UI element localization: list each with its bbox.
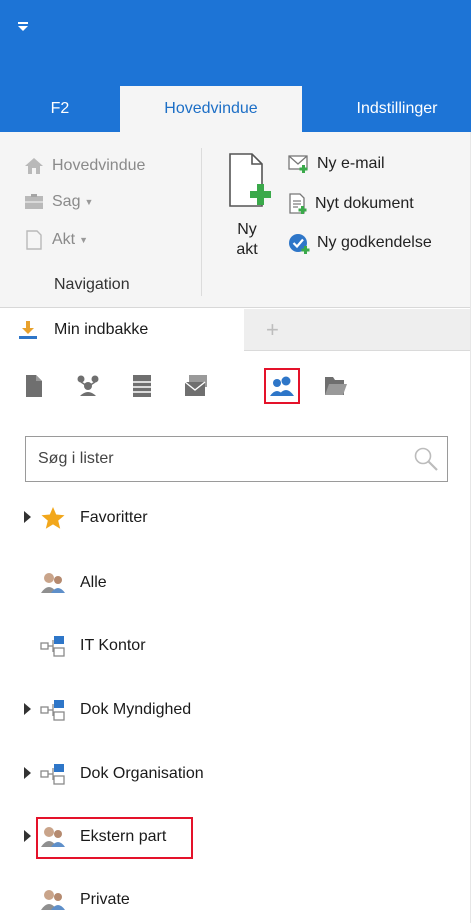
mail-stack-icon bbox=[184, 375, 207, 396]
new-mail-icon bbox=[288, 155, 308, 173]
ny-godkendelse-label: Ny godkendelse bbox=[317, 234, 432, 251]
tab-f2[interactable]: F2 bbox=[26, 86, 94, 132]
dok-organisation-label: Dok Organisation bbox=[80, 765, 204, 782]
ny-email-button[interactable]: Ny e-mail bbox=[288, 151, 385, 177]
private-label: Private bbox=[80, 891, 130, 908]
users-group-icon bbox=[41, 890, 65, 910]
nyt-dokument-label: Nyt dokument bbox=[315, 195, 414, 212]
org-unit-icon bbox=[40, 700, 65, 721]
list-item-private[interactable]: Private bbox=[0, 880, 471, 920]
org-unit-icon bbox=[40, 764, 65, 785]
org-unit-icon bbox=[40, 636, 65, 657]
tab-min-indbakke[interactable]: Min indbakke bbox=[0, 309, 244, 351]
ny-akt-button[interactable]: Ny akt bbox=[218, 150, 276, 270]
nav-sag-button[interactable]: Sag ▼ bbox=[24, 188, 93, 216]
title-bar bbox=[0, 0, 471, 86]
nav-hovedvindue-button[interactable]: Hovedvindue bbox=[24, 152, 145, 180]
f2-window: F2 Hovedvindue Indstillinger Hovedvindue… bbox=[0, 0, 471, 923]
list-item-alle[interactable]: Alle bbox=[0, 563, 471, 603]
document-outline-icon bbox=[26, 230, 42, 250]
ekstern-part-label: Ekstern part bbox=[80, 828, 167, 845]
nav-hovedvindue-label: Hovedvindue bbox=[52, 157, 146, 174]
star-icon bbox=[41, 507, 65, 529]
list-view-button[interactable] bbox=[124, 368, 160, 404]
case-folder-icon bbox=[25, 194, 43, 209]
list-item-dok-myndighed[interactable]: Dok Myndighed bbox=[0, 690, 471, 730]
expand-arrow-icon[interactable] bbox=[24, 703, 31, 715]
alle-label: Alle bbox=[80, 574, 107, 591]
add-tab-button[interactable]: + bbox=[266, 317, 279, 343]
dok-myndighed-label: Dok Myndighed bbox=[80, 701, 192, 718]
users-group-icon bbox=[41, 827, 65, 847]
documents-list-button[interactable] bbox=[16, 368, 52, 404]
akt-dropdown-icon: ▼ bbox=[79, 235, 89, 245]
expand-arrow-icon[interactable] bbox=[24, 511, 31, 523]
list-item-favoritter[interactable]: Favoritter bbox=[0, 498, 471, 538]
search-box[interactable] bbox=[25, 436, 448, 482]
document-icon bbox=[26, 375, 42, 397]
favoritter-label: Favoritter bbox=[80, 509, 148, 526]
inbox-download-icon bbox=[19, 321, 37, 339]
list-icon bbox=[133, 375, 151, 397]
sag-dropdown-icon: ▼ bbox=[84, 197, 94, 207]
nav-akt-label: Akt bbox=[52, 231, 76, 248]
nav-akt-button[interactable]: Akt ▼ bbox=[24, 226, 88, 254]
list-item-it-kontor[interactable]: IT Kontor bbox=[0, 626, 471, 666]
list-type-toolbar bbox=[0, 352, 471, 436]
quick-access-dropdown-icon[interactable] bbox=[18, 22, 28, 32]
tab-hovedvindue[interactable]: Hovedvindue bbox=[120, 86, 302, 132]
home-icon bbox=[25, 158, 43, 174]
folder-open-icon bbox=[325, 377, 347, 395]
group-separator bbox=[201, 148, 202, 296]
navigation-group-label: Navigation bbox=[54, 276, 130, 293]
users-group-icon bbox=[41, 573, 65, 593]
search-input[interactable] bbox=[38, 437, 398, 481]
list-item-ekstern-part[interactable]: Ekstern part bbox=[0, 817, 471, 859]
document-tab-bar: Min indbakke + bbox=[0, 309, 471, 351]
ribbon-tab-bar: F2 Hovedvindue Indstillinger bbox=[0, 86, 471, 132]
org-chart-icon bbox=[77, 375, 99, 396]
mail-list-button[interactable] bbox=[178, 368, 214, 404]
ny-email-label: Ny e-mail bbox=[317, 155, 385, 172]
approval-check-icon bbox=[289, 234, 310, 254]
tab-indstillinger[interactable]: Indstillinger bbox=[312, 86, 471, 132]
expand-arrow-icon[interactable] bbox=[24, 767, 31, 779]
ny-akt-label: Ny akt bbox=[236, 221, 258, 258]
contacts-list-button[interactable] bbox=[264, 368, 300, 404]
list-item-dok-organisation[interactable]: Dok Organisation bbox=[0, 754, 471, 794]
nyt-dokument-button[interactable]: Nyt dokument bbox=[288, 191, 414, 217]
contacts-icon bbox=[270, 376, 294, 396]
min-indbakke-label: Min indbakke bbox=[54, 321, 149, 338]
ny-godkendelse-button[interactable]: Ny godkendelse bbox=[288, 230, 432, 256]
organisation-list-button[interactable] bbox=[70, 368, 106, 404]
search-icon[interactable] bbox=[413, 446, 439, 472]
folder-list-button[interactable] bbox=[318, 368, 354, 404]
new-text-document-icon bbox=[289, 193, 307, 214]
nav-sag-label: Sag bbox=[52, 193, 81, 210]
it-kontor-label: IT Kontor bbox=[80, 637, 146, 654]
expand-arrow-icon[interactable] bbox=[24, 830, 31, 842]
new-document-icon bbox=[229, 153, 271, 207]
